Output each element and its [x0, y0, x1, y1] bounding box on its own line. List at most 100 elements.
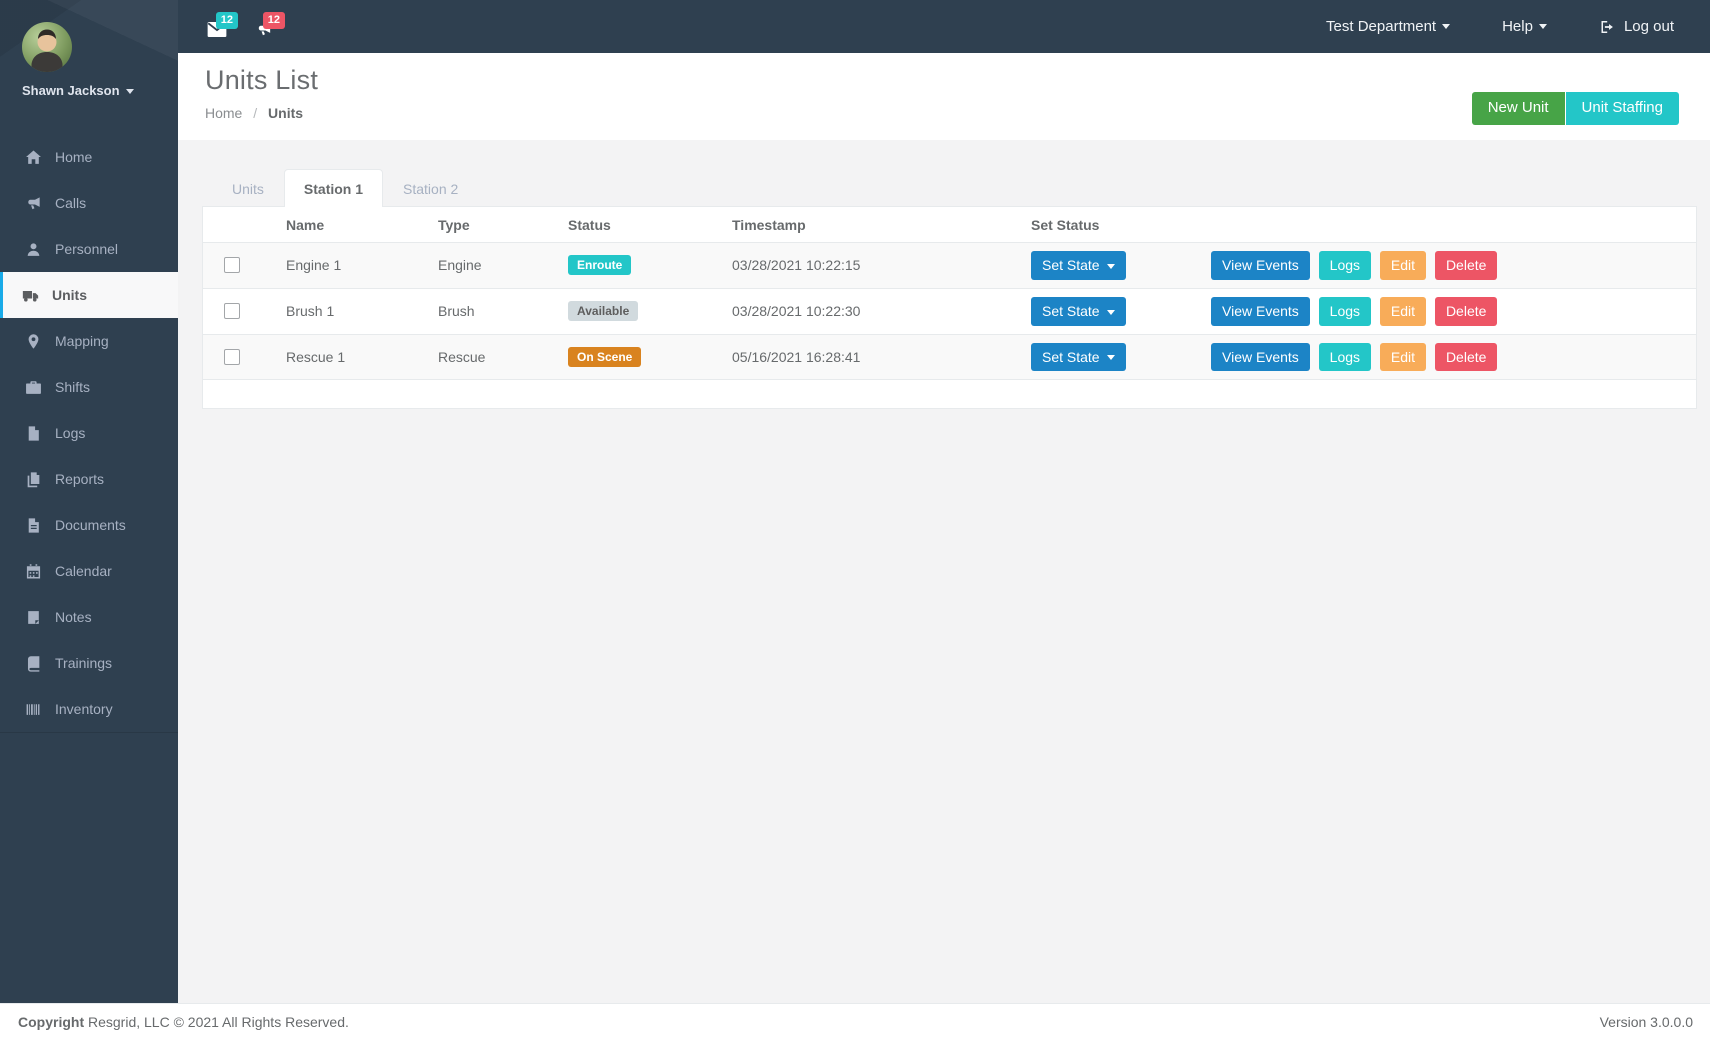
sidebar-item-calls[interactable]: Calls — [0, 180, 178, 226]
new-unit-button[interactable]: New Unit — [1472, 92, 1565, 125]
sidebar-item-label: Personnel — [55, 241, 118, 257]
unit-timestamp: 05/16/2021 16:28:41 — [724, 334, 1023, 380]
sidebar-item-label: Home — [55, 149, 92, 165]
row-checkbox[interactable] — [224, 303, 240, 319]
sidebar-item-trainings[interactable]: Trainings — [0, 640, 178, 686]
sidebar-item-label: Mapping — [55, 333, 109, 349]
sidebar-item-mapping[interactable]: Mapping — [0, 318, 178, 364]
unit-timestamp: 03/28/2021 10:22:15 — [724, 243, 1023, 289]
unit-timestamp: 03/28/2021 10:22:30 — [724, 288, 1023, 334]
sidebar-item-label: Trainings — [55, 655, 112, 671]
app-shell: Shawn Jackson Home Calls Personnel Units — [0, 0, 1710, 1003]
barcode-icon — [25, 701, 42, 718]
sidebar-item-label: Notes — [55, 609, 92, 625]
column-header-timestamp: Timestamp — [724, 207, 1023, 243]
help-menu[interactable]: Help — [1502, 18, 1547, 35]
table-header-row: Name Type Status Timestamp Set Status — [203, 207, 1696, 243]
row-checkbox[interactable] — [224, 257, 240, 273]
sidebar-item-label: Logs — [55, 425, 85, 441]
logs-button[interactable]: Logs — [1319, 251, 1371, 280]
page-header-titles: Units List Home / Units — [205, 65, 318, 121]
view-events-button[interactable]: View Events — [1211, 343, 1310, 372]
column-header-set-status: Set Status — [1023, 207, 1203, 243]
edit-button[interactable]: Edit — [1380, 297, 1426, 326]
unit-type: Brush — [430, 288, 560, 334]
page-header: Units List Home / Units New Unit Unit St… — [178, 53, 1710, 140]
alerts-badge: 12 — [263, 12, 285, 29]
user-avatar[interactable] — [22, 22, 72, 72]
breadcrumb-home-link[interactable]: Home — [205, 105, 242, 121]
edit-button[interactable]: Edit — [1380, 343, 1426, 372]
sidebar: Shawn Jackson Home Calls Personnel Units — [0, 0, 178, 1003]
column-header-name: Name — [278, 207, 430, 243]
logs-button[interactable]: Logs — [1319, 297, 1371, 326]
delete-button[interactable]: Delete — [1435, 343, 1497, 372]
select-column-header — [203, 207, 278, 243]
unit-name: Brush 1 — [278, 288, 430, 334]
set-state-label: Set State — [1042, 257, 1100, 273]
table-row: Brush 1 Brush Available 03/28/2021 10:22… — [203, 288, 1696, 334]
chevron-down-icon — [1107, 310, 1115, 315]
profile-section: Shawn Jackson — [0, 0, 178, 134]
column-header-type: Type — [430, 207, 560, 243]
file-icon — [25, 425, 42, 442]
unit-name: Rescue 1 — [278, 334, 430, 380]
note-icon — [25, 609, 42, 626]
messages-badge: 12 — [216, 12, 238, 29]
delete-button[interactable]: Delete — [1435, 251, 1497, 280]
sidebar-item-label: Calendar — [55, 563, 112, 579]
tab-station-1[interactable]: Station 1 — [284, 169, 383, 207]
sidebar-item-calendar[interactable]: Calendar — [0, 548, 178, 594]
delete-button[interactable]: Delete — [1435, 297, 1497, 326]
home-icon — [25, 149, 42, 166]
sidebar-item-documents[interactable]: Documents — [0, 502, 178, 548]
breadcrumb: Home / Units — [205, 105, 318, 121]
sidebar-item-shifts[interactable]: Shifts — [0, 364, 178, 410]
page-header-actions: New Unit Unit Staffing — [1472, 92, 1679, 125]
unit-type: Engine — [430, 243, 560, 289]
user-name: Shawn Jackson — [22, 83, 120, 98]
unit-name: Engine 1 — [278, 243, 430, 289]
sidebar-item-units[interactable]: Units — [0, 272, 178, 318]
footer: Copyright Resgrid, LLC © 2021 All Rights… — [0, 1003, 1710, 1039]
department-menu[interactable]: Test Department — [1326, 18, 1450, 35]
breadcrumb-current: Units — [268, 105, 303, 121]
content-area: Units Station 1 Station 2 Name T — [178, 140, 1710, 1003]
copy-icon — [25, 471, 42, 488]
logout-button[interactable]: Log out — [1599, 18, 1674, 35]
calendar-icon — [25, 563, 42, 580]
profile-name-menu[interactable]: Shawn Jackson — [22, 83, 178, 98]
sidebar-item-notes[interactable]: Notes — [0, 594, 178, 640]
set-state-dropdown[interactable]: Set State — [1031, 251, 1126, 280]
row-checkbox[interactable] — [224, 349, 240, 365]
column-header-actions — [1203, 207, 1696, 243]
tab-station-2[interactable]: Station 2 — [383, 169, 478, 207]
version-label: Version 3.0.0.0 — [1600, 1014, 1693, 1030]
sidebar-item-label: Inventory — [55, 701, 113, 717]
copyright-text: Resgrid, LLC © 2021 All Rights Reserved. — [88, 1014, 349, 1030]
page-title: Units List — [205, 65, 318, 96]
set-state-dropdown[interactable]: Set State — [1031, 297, 1126, 326]
topbar-notifications: 12 12 — [207, 15, 274, 38]
edit-button[interactable]: Edit — [1380, 251, 1426, 280]
messages-button[interactable]: 12 — [207, 21, 227, 38]
alerts-button[interactable]: 12 — [254, 21, 274, 38]
tab-units[interactable]: Units — [212, 169, 284, 207]
sidebar-item-inventory[interactable]: Inventory — [0, 686, 178, 732]
topbar-menu: Test Department Help Log out — [1326, 18, 1674, 35]
set-state-label: Set State — [1042, 349, 1100, 365]
sidebar-item-home[interactable]: Home — [0, 134, 178, 180]
sidebar-item-personnel[interactable]: Personnel — [0, 226, 178, 272]
set-state-dropdown[interactable]: Set State — [1031, 343, 1126, 372]
view-events-button[interactable]: View Events — [1211, 297, 1310, 326]
sidebar-item-logs[interactable]: Logs — [0, 410, 178, 456]
view-events-button[interactable]: View Events — [1211, 251, 1310, 280]
logs-button[interactable]: Logs — [1319, 343, 1371, 372]
chevron-down-icon — [1107, 355, 1115, 360]
sidebar-item-label: Reports — [55, 471, 104, 487]
main-column: 12 12 Test Department Help Log out — [178, 0, 1710, 1003]
help-label: Help — [1502, 18, 1533, 35]
book-icon — [25, 655, 42, 672]
unit-staffing-button[interactable]: Unit Staffing — [1566, 92, 1679, 125]
sidebar-item-reports[interactable]: Reports — [0, 456, 178, 502]
